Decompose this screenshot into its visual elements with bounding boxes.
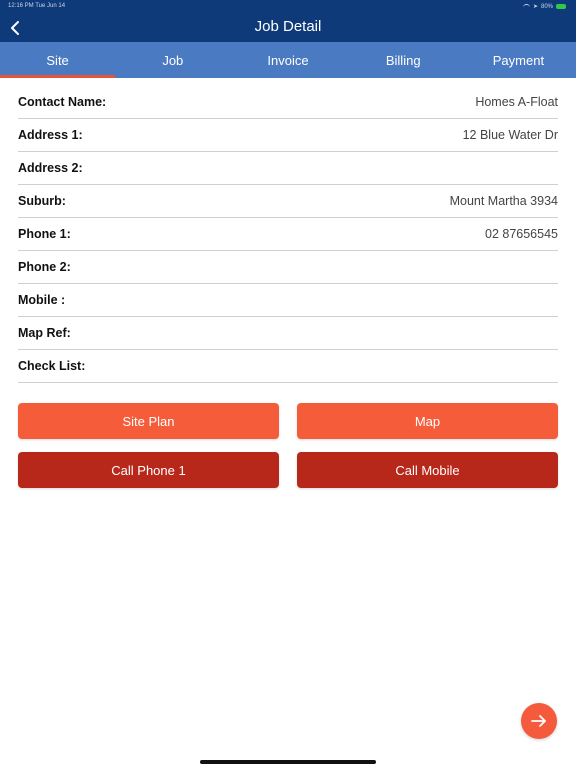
next-button[interactable]: [521, 703, 557, 739]
field-value: Mount Martha 3934: [449, 194, 558, 208]
tab-payment[interactable]: Payment: [461, 42, 576, 78]
field-label: Mobile :: [18, 293, 66, 307]
nav-bar: Job Detail: [0, 14, 576, 42]
field-label: Suburb:: [18, 194, 66, 208]
field-label: Phone 2:: [18, 260, 71, 274]
field-value: Homes A-Float: [475, 95, 558, 109]
home-indicator: [200, 760, 376, 764]
field-phone-2: Phone 2:: [18, 251, 558, 284]
tab-bar: Site Job Invoice Billing Payment: [0, 42, 576, 78]
field-value: 02 87656545: [485, 227, 558, 241]
field-contact-name: Contact Name: Homes A-Float: [18, 86, 558, 119]
field-label: Contact Name:: [18, 95, 107, 109]
page-title: Job Detail: [254, 18, 322, 35]
location-icon: ➤: [532, 4, 538, 10]
battery-percent: 80%: [540, 3, 553, 10]
field-map-ref: Map Ref:: [18, 317, 558, 350]
field-address-2: Address 2:: [18, 152, 558, 185]
field-label: Map Ref:: [18, 326, 71, 340]
tab-billing[interactable]: Billing: [346, 42, 461, 78]
field-label: Phone 1:: [18, 227, 71, 241]
battery-icon: [556, 4, 566, 9]
field-label: Address 2:: [18, 161, 83, 175]
status-icons: ➤ 80%: [522, 3, 566, 10]
status-bar: 12:16 PM Tue Jun 14 ➤ 80%: [0, 0, 576, 14]
field-value: 12 Blue Water Dr: [462, 128, 558, 142]
site-details-form: Contact Name: Homes A-Float Address 1: 1…: [18, 86, 558, 383]
site-plan-button[interactable]: Site Plan: [18, 403, 279, 439]
field-label: Address 1:: [18, 128, 83, 142]
field-suburb: Suburb: Mount Martha 3934: [18, 185, 558, 218]
job-detail-screen: 12:16 PM Tue Jun 14 ➤ 80% Job Detail Sit…: [0, 0, 576, 768]
wifi-icon: [522, 3, 530, 10]
call-phone-1-button[interactable]: Call Phone 1: [18, 452, 279, 488]
field-check-list: Check List:: [18, 350, 558, 383]
call-mobile-button[interactable]: Call Mobile: [297, 452, 558, 488]
tab-site[interactable]: Site: [0, 42, 116, 78]
field-phone-1: Phone 1: 02 87656545: [18, 218, 558, 251]
status-time: 12:16 PM Tue Jun 14: [8, 3, 66, 9]
header: 12:16 PM Tue Jun 14 ➤ 80% Job Detail: [0, 0, 576, 42]
map-button[interactable]: Map: [297, 403, 558, 439]
tab-job[interactable]: Job: [115, 42, 230, 78]
arrow-right-icon: [531, 715, 546, 727]
field-address-1: Address 1: 12 Blue Water Dr: [18, 119, 558, 152]
field-label: Check List:: [18, 359, 86, 373]
field-mobile: Mobile :: [18, 284, 558, 317]
tab-invoice[interactable]: Invoice: [230, 42, 345, 78]
